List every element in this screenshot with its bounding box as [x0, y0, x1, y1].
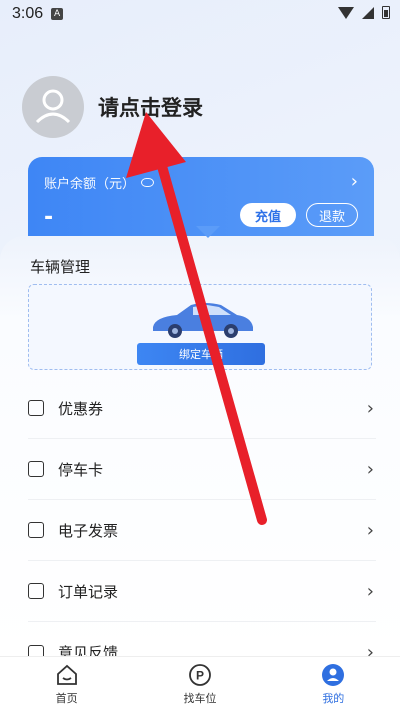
signal-icon: [362, 6, 374, 19]
chevron-right-icon: ›: [366, 519, 374, 541]
chevron-right-icon: ›: [366, 580, 374, 602]
menu-item-parking-card[interactable]: 停车卡 ›: [28, 439, 376, 500]
status-icons: [338, 6, 390, 19]
menu-item-label: 电子发票: [58, 521, 119, 540]
bind-vehicle-label: 绑定车辆: [179, 348, 223, 361]
card-notch: [196, 226, 220, 238]
menu-item-label: 优惠券: [58, 399, 104, 418]
profile-icon: [322, 664, 345, 686]
menu-item-orders[interactable]: 订单记录 ›: [28, 561, 376, 622]
invoice-icon: [28, 522, 44, 538]
status-time: 3:06: [12, 5, 44, 22]
vehicle-section-title: 车辆管理: [30, 258, 91, 276]
chevron-right-icon: ›: [366, 397, 374, 419]
car-illustration: [153, 303, 253, 338]
bottom-tab-bar: 首页 P 找车位 我的: [0, 656, 400, 712]
tab-label: 找车位: [183, 692, 217, 705]
battery-icon: [382, 6, 390, 19]
login-prompt[interactable]: 请点击登录: [98, 92, 203, 122]
refund-button[interactable]: 退款: [306, 203, 358, 227]
menu-item-label: 订单记录: [58, 582, 119, 601]
user-icon: [35, 89, 71, 124]
parking-icon: P: [189, 664, 211, 686]
parking-card-icon: [28, 461, 44, 477]
tab-home[interactable]: 首页: [0, 657, 133, 712]
order-icon: [28, 583, 44, 599]
vehicle-box[interactable]: 绑定车辆: [28, 284, 372, 370]
tab-mine[interactable]: 我的: [267, 657, 400, 712]
tab-find-parking[interactable]: P 找车位: [133, 657, 266, 712]
menu-list: 优惠券 › 停车卡 › 电子发票 › 订单记录 › 意见反馈 ›: [28, 378, 376, 683]
balance-label-row: 账户余额（元）: [44, 173, 358, 192]
balance-value: -: [44, 205, 54, 230]
coupon-icon: [28, 400, 44, 416]
recharge-button[interactable]: 充值: [240, 203, 296, 227]
avatar[interactable]: [22, 76, 84, 138]
home-icon: [56, 664, 77, 685]
chevron-right-icon[interactable]: ›: [351, 171, 358, 192]
menu-item-invoice[interactable]: 电子发票 ›: [28, 500, 376, 561]
profile-header[interactable]: 请点击登录: [22, 76, 203, 138]
menu-item-label: 停车卡: [58, 460, 104, 479]
menu-item-coupon[interactable]: 优惠券 ›: [28, 378, 376, 439]
tab-label: 首页: [55, 692, 78, 705]
balance-label: 账户余额（元）: [44, 177, 136, 192]
eye-icon[interactable]: [141, 178, 155, 187]
bind-vehicle-button[interactable]: 绑定车辆: [137, 343, 265, 365]
tab-label: 我的: [322, 692, 345, 705]
status-bar: 3:06 A: [0, 0, 400, 28]
svg-text:P: P: [196, 669, 204, 683]
wifi-icon: [338, 6, 354, 19]
notification-icon: A: [51, 8, 64, 20]
chevron-right-icon: ›: [366, 458, 374, 480]
